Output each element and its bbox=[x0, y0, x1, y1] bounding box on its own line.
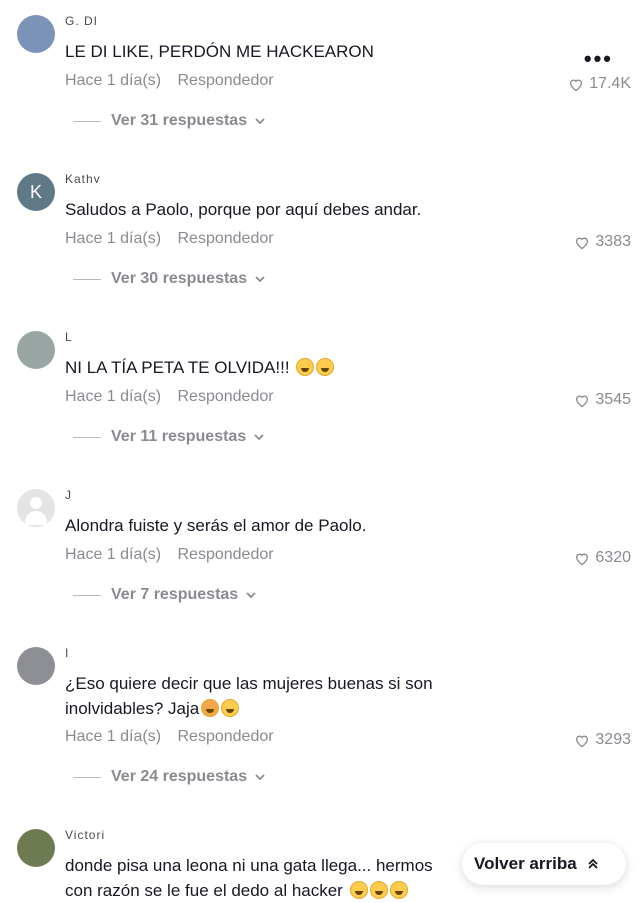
comment-username[interactable]: I bbox=[65, 643, 69, 657]
laughing-emoji-icon bbox=[296, 358, 315, 376]
comment-username[interactable]: L bbox=[65, 327, 73, 341]
view-replies-button[interactable]: Ver 11 respuestas bbox=[73, 428, 264, 446]
divider bbox=[73, 278, 101, 280]
comment-text: Saludos a Paolo, porque por aquí debes a… bbox=[65, 200, 422, 219]
back-to-top-label: Volver arriba bbox=[474, 854, 577, 873]
laughing-emoji-icon bbox=[221, 699, 240, 717]
default-avatar-body bbox=[25, 511, 47, 525]
avatar[interactable] bbox=[17, 647, 55, 685]
view-replies-button[interactable]: Ver 30 respuestas bbox=[73, 270, 265, 288]
chevron-down-icon bbox=[255, 276, 265, 283]
replies-label: Ver 31 respuestas bbox=[111, 112, 248, 129]
chevron-down-icon bbox=[255, 774, 265, 781]
like-count: 3383 bbox=[595, 233, 631, 250]
default-avatar-head bbox=[30, 497, 42, 509]
avatar[interactable] bbox=[17, 15, 55, 53]
comment-text: donde pisa una leona ni una gata llega..… bbox=[65, 853, 465, 903]
view-replies-button[interactable]: Ver 31 respuestas bbox=[73, 112, 265, 130]
like-count: 3293 bbox=[595, 731, 631, 748]
like-button[interactable]: 17.4K bbox=[568, 75, 631, 93]
replies-label: Ver 7 respuestas bbox=[111, 586, 239, 603]
replies-label: Ver 30 respuestas bbox=[111, 270, 248, 287]
comment-time: Hace 1 día(s) bbox=[65, 230, 162, 247]
rofl-emoji-icon bbox=[369, 881, 388, 899]
comment-meta: Hace 1 día(s) Respondedor bbox=[65, 72, 274, 90]
heart-outline-icon bbox=[576, 237, 589, 249]
heart-outline-icon bbox=[576, 735, 589, 747]
comment-meta: Hace 1 día(s) Respondedor bbox=[65, 230, 274, 248]
comment-text-line: ¿Eso quiere decir que las mujeres buenas… bbox=[65, 674, 433, 693]
comment-meta: Hace 1 día(s) Respondedor bbox=[65, 546, 274, 564]
divider bbox=[73, 776, 101, 778]
comment-username[interactable]: Kathy bbox=[65, 169, 101, 183]
more-icon[interactable]: ••• bbox=[584, 46, 613, 72]
comment-time: Hace 1 día(s) bbox=[65, 388, 162, 405]
like-button[interactable]: 6320 bbox=[574, 549, 631, 567]
double-chevron-up-icon bbox=[588, 858, 598, 869]
comment-time: Hace 1 día(s) bbox=[65, 72, 162, 89]
like-count: 6320 bbox=[595, 549, 631, 566]
laughing-emoji-icon bbox=[316, 358, 335, 376]
comment-time: Hace 1 día(s) bbox=[65, 728, 162, 745]
comment-text-body: NI LA TÍA PETA TE OLVIDA!!! bbox=[65, 358, 295, 377]
like-count: 17.4K bbox=[589, 75, 631, 92]
divider bbox=[73, 594, 101, 596]
avatar[interactable] bbox=[17, 829, 55, 867]
chevron-down-icon bbox=[254, 434, 264, 441]
comment-meta: Hace 1 día(s) Respondedor bbox=[65, 388, 274, 406]
like-button[interactable]: 3293 bbox=[574, 731, 631, 749]
like-button[interactable]: 3545 bbox=[574, 391, 631, 409]
like-count: 3545 bbox=[595, 391, 631, 408]
like-button[interactable]: 3383 bbox=[574, 233, 631, 251]
avatar[interactable]: K bbox=[17, 173, 55, 211]
comment-text-body: con razón se le fue el dedo al hacker bbox=[65, 881, 348, 900]
reply-button[interactable]: Respondedor bbox=[178, 230, 274, 247]
comment-text: Alondra fuiste y serás el amor de Paolo. bbox=[65, 516, 367, 535]
divider bbox=[73, 120, 101, 122]
rofl-emoji-icon bbox=[389, 881, 408, 899]
view-replies-button[interactable]: Ver 24 respuestas bbox=[73, 768, 265, 786]
chevron-down-icon bbox=[255, 118, 265, 125]
heart-outline-icon bbox=[570, 79, 583, 91]
comment-text-line: donde pisa una leona ni una gata llega..… bbox=[65, 856, 433, 875]
comment-username[interactable]: G. DI bbox=[65, 11, 98, 25]
heart-eyes-emoji-icon bbox=[201, 699, 220, 717]
avatar[interactable] bbox=[17, 331, 55, 369]
heart-outline-icon bbox=[576, 395, 589, 407]
divider bbox=[73, 436, 101, 438]
reply-button[interactable]: Respondedor bbox=[178, 388, 274, 405]
reply-button[interactable]: Respondedor bbox=[178, 728, 274, 745]
comment-username[interactable]: J bbox=[65, 485, 72, 499]
comment-text-line: con razón se le fue el dedo al hacker bbox=[65, 878, 465, 903]
back-to-top-button[interactable]: Volver arriba bbox=[462, 843, 626, 885]
heart-outline-icon bbox=[576, 553, 589, 565]
avatar[interactable] bbox=[17, 489, 55, 527]
comment-text: ¿Eso quiere decir que las mujeres buenas… bbox=[65, 671, 485, 721]
comment-username[interactable]: Victori bbox=[65, 825, 105, 839]
comment-text-body: inolvidables? Jaja bbox=[65, 699, 200, 718]
comment-text: NI LA TÍA PETA TE OLVIDA!!! bbox=[65, 355, 485, 380]
comment-text: LE DI LIKE, PERDÓN ME HACKEARON bbox=[65, 42, 374, 61]
comment-meta: Hace 1 día(s) Respondedor bbox=[65, 728, 274, 746]
reply-button[interactable]: Respondedor bbox=[178, 546, 274, 563]
view-replies-button[interactable]: Ver 7 respuestas bbox=[73, 586, 256, 604]
comment-time: Hace 1 día(s) bbox=[65, 546, 162, 563]
replies-label: Ver 11 respuestas bbox=[111, 428, 247, 445]
avatar-letter: K bbox=[29, 181, 42, 202]
replies-label: Ver 24 respuestas bbox=[111, 768, 248, 785]
chevron-down-icon bbox=[246, 592, 256, 599]
rofl-emoji-icon bbox=[349, 881, 368, 899]
reply-button[interactable]: Respondedor bbox=[178, 72, 274, 89]
comment-text-line: inolvidables? Jaja bbox=[65, 696, 485, 721]
